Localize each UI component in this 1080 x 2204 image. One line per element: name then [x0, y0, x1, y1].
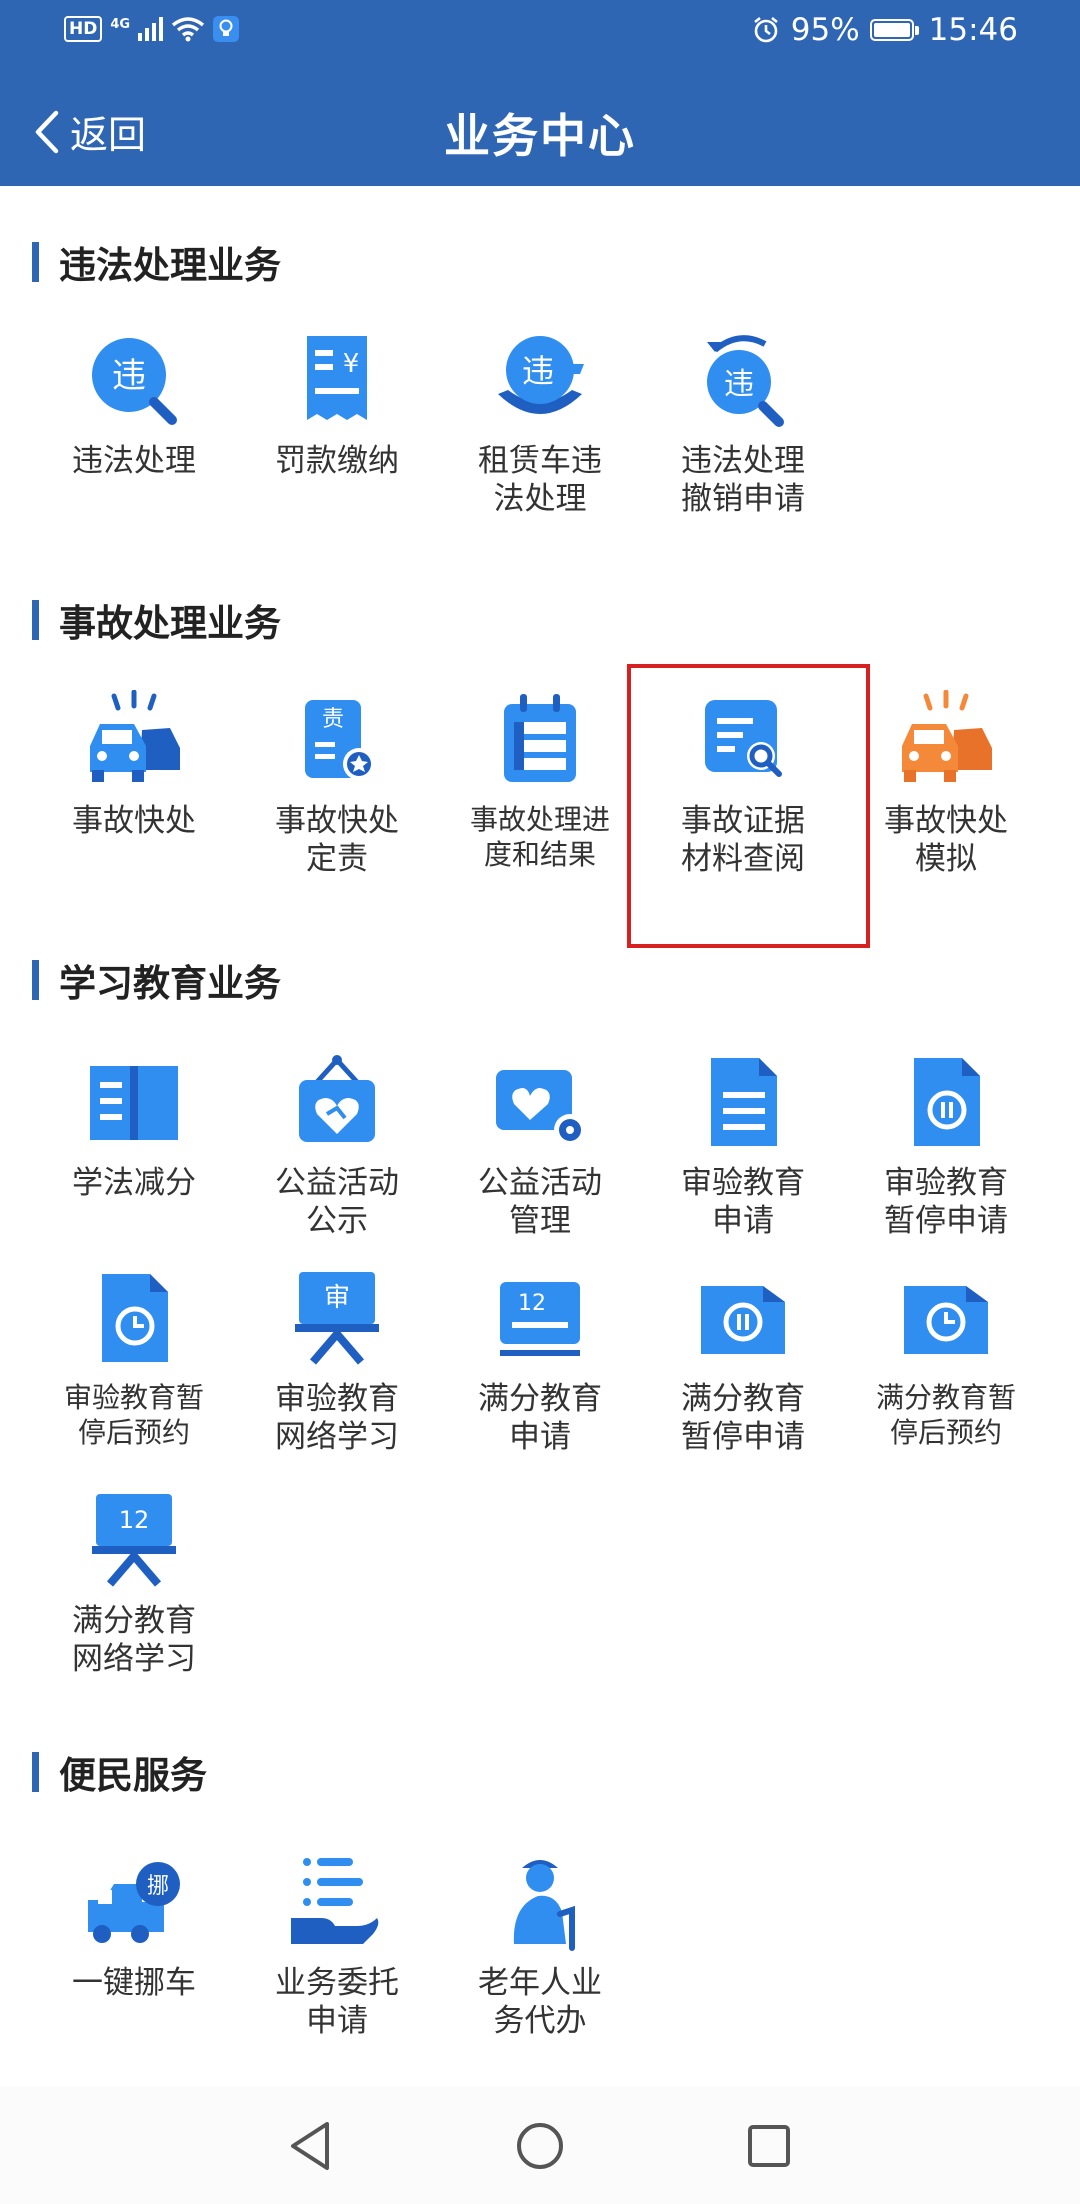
battery-icon	[869, 19, 919, 41]
signal-icon	[138, 17, 164, 41]
tile-label: 事故快处 定责	[275, 803, 399, 877]
tile-label: 事故证据 材料查阅	[681, 803, 805, 877]
tile-violation-revoke[interactable]: 违 违法处理 撤销申请	[643, 330, 843, 530]
tile-full-score-pause-appointment[interactable]: 满分教育暂 停后预约	[846, 1268, 1046, 1468]
tile-accident-evidence[interactable]: 事故证据 材料查阅	[643, 690, 843, 890]
charity-manage-icon	[496, 1070, 586, 1146]
back-triangle-icon[interactable]	[283, 2118, 339, 2174]
evidence-search-icon	[705, 700, 782, 777]
tile-charity-management[interactable]: 公益活动 管理	[440, 1052, 640, 1252]
tile-move-car[interactable]: 挪 一键挪车	[34, 1852, 234, 2052]
board-12-icon: 12	[92, 1494, 176, 1587]
clock-time: 15:46	[928, 12, 1018, 48]
tile-rental-violation[interactable]: 违 租赁车违 法处理	[440, 330, 640, 530]
tile-label: 审验教育 网络学习	[275, 1381, 399, 1455]
tile-fine-payment[interactable]: ¥ 罚款缴纳	[237, 330, 437, 530]
move-truck-icon: 挪	[88, 1862, 180, 1943]
home-circle-icon[interactable]	[512, 2118, 568, 2174]
violation-revoke-icon: 违	[707, 335, 784, 427]
document-clock-icon	[102, 1274, 168, 1362]
svg-text:违: 违	[112, 356, 146, 396]
tile-audit-apply[interactable]: 审验教育 申请	[643, 1052, 843, 1252]
tile-label: 租赁车违 法处理	[478, 443, 602, 517]
board-audit-icon: 审	[295, 1272, 379, 1365]
battery-percent: 95%	[790, 12, 860, 48]
tile-label: 事故处理进 度和结果	[469, 803, 610, 871]
nav-bar: 返回 业务中心	[0, 76, 1080, 186]
tile-label: 审验教育暂 停后预约	[63, 1381, 204, 1449]
tile-full-score-online-study[interactable]: 12 满分教育 网络学习	[34, 1490, 234, 1690]
tile-accident-progress[interactable]: 事故处理进 度和结果	[440, 690, 640, 890]
hd-badge: HD	[64, 16, 103, 42]
charity-sign-icon	[299, 1055, 375, 1142]
svg-text:责: 责	[322, 707, 344, 732]
tile-full-score-pause[interactable]: 满分教育 暂停申请	[643, 1268, 843, 1468]
tile-label: 审验教育 申请	[681, 1165, 805, 1239]
tile-label: 事故快处 模拟	[884, 803, 1008, 877]
tile-study-law[interactable]: 学法减分	[34, 1052, 234, 1252]
tile-label: 事故快处	[72, 803, 196, 839]
page-title: 业务中心	[444, 109, 636, 163]
tile-accident-liability[interactable]: 责 事故快处 定责	[237, 690, 437, 890]
tile-violation-handling[interactable]: 违 违法处理	[34, 330, 234, 530]
network-type: 4G	[110, 17, 131, 32]
delegate-hand-icon	[291, 1858, 379, 1944]
progress-calendar-icon	[504, 694, 576, 782]
svg-text:违: 违	[724, 367, 754, 402]
tile-accident-simulation[interactable]: 事故快处 模拟	[846, 690, 1046, 890]
svg-text:¥: ¥	[343, 349, 360, 379]
recents-square-icon[interactable]	[741, 2118, 797, 2174]
notification-bulb-icon	[213, 16, 240, 42]
open-book-icon	[90, 1066, 178, 1140]
tile-charity-publicity[interactable]: 公益活动 公示	[237, 1052, 437, 1252]
section-title-violation: 违法处理业务	[32, 240, 281, 287]
app-header: HD 4G 95% 15:46 返回 业务中心	[0, 0, 1080, 186]
tile-label: 一键挪车	[72, 1965, 196, 2001]
elderly-person-icon	[513, 1860, 575, 1951]
section-title-accident: 事故处理业务	[32, 598, 281, 645]
document-lines-icon	[711, 1058, 777, 1146]
tile-label: 满分教育 申请	[478, 1381, 602, 1455]
svg-text:12: 12	[518, 1291, 546, 1316]
tile-delegate-apply[interactable]: 业务委托 申请	[237, 1852, 437, 2052]
car-accident-icon	[90, 690, 180, 782]
score12-doc-icon: 12	[500, 1282, 580, 1356]
wifi-icon	[171, 17, 205, 42]
tile-label: 满分教育暂 停后预约	[875, 1381, 1016, 1449]
tile-label: 违法处理	[72, 443, 196, 479]
svg-text:12: 12	[119, 1506, 150, 1534]
document-pause-icon	[914, 1058, 980, 1146]
svg-text:违: 违	[522, 352, 554, 390]
tile-label: 满分教育 暂停申请	[681, 1381, 805, 1455]
tile-elderly-service[interactable]: 老年人业 务代办	[440, 1852, 640, 2052]
violation-search-icon: 违	[92, 338, 177, 425]
tile-label: 公益活动 公示	[275, 1165, 399, 1239]
tile-label: 罚款缴纳	[275, 443, 399, 479]
tile-accident-quick[interactable]: 事故快处	[34, 690, 234, 890]
accident-simulation-icon	[902, 690, 992, 782]
rental-violation-icon: 违	[498, 336, 584, 414]
liability-doc-icon: 责	[305, 700, 375, 780]
tile-full-score-apply[interactable]: 12 满分教育 申请	[440, 1268, 640, 1468]
svg-text:挪: 挪	[147, 1874, 169, 1899]
tile-label: 公益活动 管理	[478, 1165, 602, 1239]
status-bar: HD 4G 95% 15:46	[0, 0, 1080, 64]
tile-audit-pause-appointment[interactable]: 审验教育暂 停后预约	[34, 1268, 234, 1468]
section-title-education: 学习教育业务	[32, 958, 281, 1005]
fine-bill-icon: ¥	[307, 336, 367, 420]
tile-audit-online-study[interactable]: 审 审验教育 网络学习	[237, 1268, 437, 1468]
alarm-icon	[753, 16, 778, 43]
system-nav-bar	[0, 2086, 1080, 2204]
tile-audit-pause[interactable]: 审验教育 暂停申请	[846, 1052, 1046, 1252]
tile-label: 学法减分	[72, 1165, 196, 1201]
svg-text:审: 审	[324, 1283, 350, 1313]
folder-pause-icon	[701, 1286, 785, 1354]
folder-clock-icon	[904, 1286, 988, 1354]
tile-label: 满分教育 网络学习	[72, 1603, 196, 1677]
tile-label: 审验教育 暂停申请	[884, 1165, 1008, 1239]
tile-label: 违法处理 撤销申请	[681, 443, 805, 517]
section-title-convenience: 便民服务	[32, 1750, 207, 1797]
tile-label: 老年人业 务代办	[478, 1965, 602, 2039]
tile-label: 业务委托 申请	[275, 1965, 399, 2039]
